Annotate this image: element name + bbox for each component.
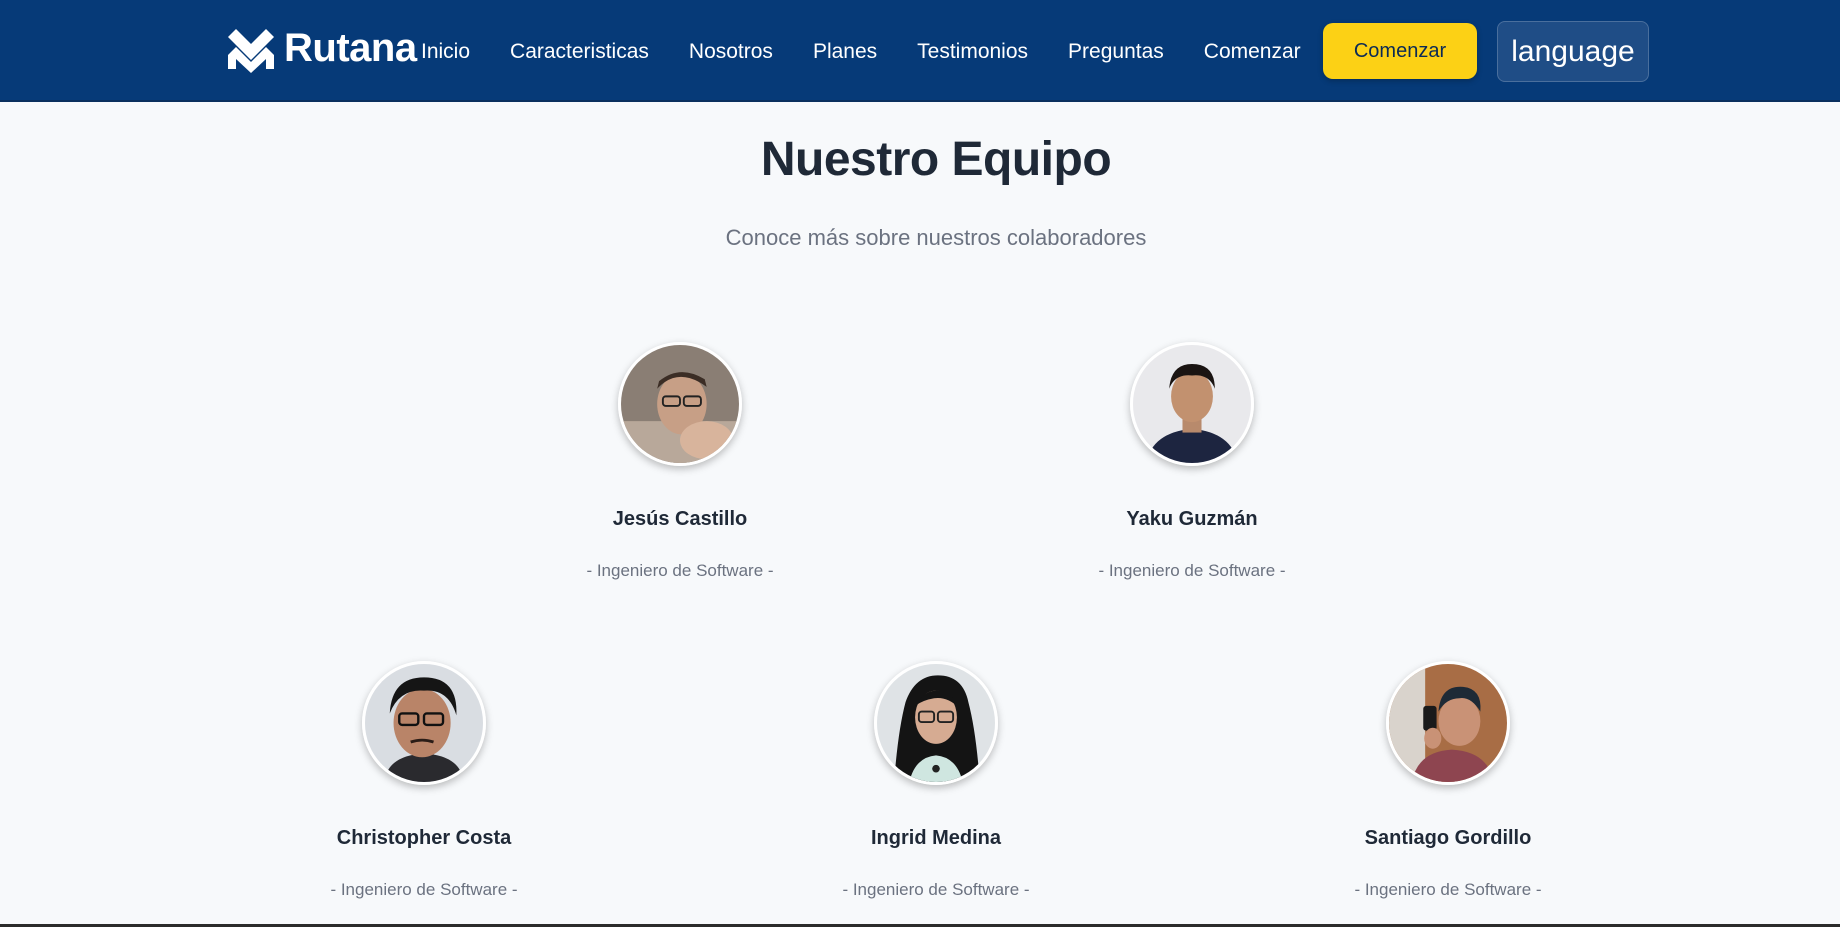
start-button[interactable]: Comenzar bbox=[1323, 23, 1477, 79]
member-name: Santiago Gordillo bbox=[1364, 827, 1532, 849]
nav-link-comenzar[interactable]: Comenzar bbox=[1204, 30, 1301, 74]
member-name: Yaku Guzmán bbox=[1126, 508, 1258, 530]
team-member-card: Jesús Castillo - Ingeniero de Software - bbox=[520, 342, 840, 581]
member-avatar bbox=[1386, 661, 1510, 785]
section-subtitle: Conoce más sobre nuestros colaboradores bbox=[725, 225, 1147, 250]
nav-link-preguntas[interactable]: Preguntas bbox=[1068, 30, 1164, 74]
team-member-card: Ingrid Medina - Ingeniero de Software - bbox=[776, 661, 1096, 900]
nav-links: Inicio Caracteristicas Nosotros Planes T… bbox=[421, 30, 1325, 74]
member-role: - Ingeniero de Software - bbox=[330, 880, 518, 899]
member-role: - Ingeniero de Software - bbox=[586, 561, 774, 580]
member-photo-icon bbox=[1389, 664, 1507, 782]
brand-link[interactable]: Rutana bbox=[226, 22, 417, 74]
nav-link-testimonios[interactable]: Testimonios bbox=[917, 30, 1028, 74]
member-name: Jesús Castillo bbox=[612, 508, 748, 530]
member-role: - Ingeniero de Software - bbox=[842, 880, 1030, 899]
member-name: Ingrid Medina bbox=[871, 827, 1001, 849]
member-photo-icon bbox=[365, 664, 483, 782]
member-photo-icon bbox=[621, 345, 739, 463]
team-member-card: Christopher Costa - Ingeniero de Softwar… bbox=[264, 661, 584, 900]
member-avatar bbox=[874, 661, 998, 785]
language-button[interactable]: language bbox=[1497, 21, 1649, 82]
nav-link-planes[interactable]: Planes bbox=[813, 30, 877, 74]
rutana-logo-icon bbox=[228, 29, 274, 73]
team-member-card: Santiago Gordillo - Ingeniero de Softwar… bbox=[1288, 661, 1608, 900]
member-avatar bbox=[618, 342, 742, 466]
brand-name: Rutana bbox=[284, 26, 417, 70]
member-avatar bbox=[362, 661, 486, 785]
nav-link-caracteristicas[interactable]: Caracteristicas bbox=[510, 30, 649, 74]
member-photo-icon bbox=[1133, 345, 1251, 463]
member-role: - Ingeniero de Software - bbox=[1098, 561, 1286, 580]
member-role: - Ingeniero de Software - bbox=[1354, 880, 1542, 899]
member-name: Christopher Costa bbox=[336, 827, 512, 849]
nav-link-nosotros[interactable]: Nosotros bbox=[689, 30, 773, 74]
top-navbar: Rutana Inicio Caracteristicas Nosotros P… bbox=[0, 0, 1840, 102]
nav-menu: Inicio Caracteristicas Nosotros Planes T… bbox=[421, 30, 1325, 74]
member-photo-icon bbox=[877, 664, 995, 782]
nav-link-inicio[interactable]: Inicio bbox=[421, 30, 470, 74]
member-avatar bbox=[1130, 342, 1254, 466]
section-title: Nuestro Equipo bbox=[760, 133, 1112, 186]
team-member-card: Yaku Guzmán - Ingeniero de Software - bbox=[1032, 342, 1352, 581]
